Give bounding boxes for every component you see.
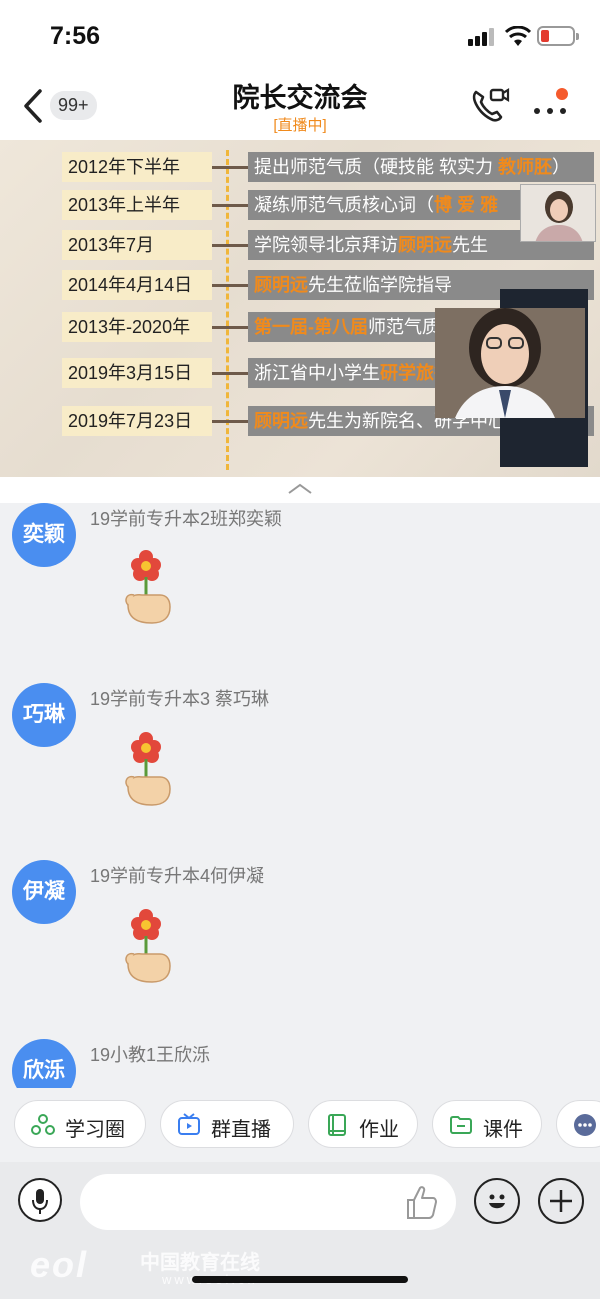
tool-label: 群直播: [211, 1119, 271, 1141]
chat-header: 99+ 院长交流会 [直播中]: [0, 70, 600, 140]
notification-dot: [556, 88, 568, 100]
avatar[interactable]: 奕颖: [12, 503, 76, 567]
voice-input-button[interactable]: [18, 1178, 62, 1222]
timeline-connector: [212, 204, 248, 207]
tool-label: 课件: [483, 1119, 523, 1141]
homework-book-icon: [328, 1114, 346, 1136]
live-tv-icon: [178, 1113, 200, 1135]
timeline-connector: [212, 166, 248, 169]
sender-name: 19学前专升本3 蔡巧琳: [90, 689, 270, 709]
courseware-button[interactable]: 课件: [432, 1100, 542, 1148]
presenter-video-thumbnail[interactable]: [520, 184, 596, 242]
timeline-connector: [212, 372, 248, 375]
call-button[interactable]: [468, 84, 510, 126]
homework-button[interactable]: 作业: [308, 1100, 418, 1148]
avatar[interactable]: 欣泺: [12, 1039, 76, 1088]
group-live-button[interactable]: 群直播: [160, 1100, 294, 1148]
flower-sticker-icon: [125, 909, 171, 983]
avatar[interactable]: 伊凝: [12, 860, 76, 924]
timeline-event: 第一届-第八届师范气质: [248, 312, 438, 342]
study-circle-icon: [31, 1114, 55, 1135]
emoji-button[interactable]: [474, 1178, 520, 1224]
microphone-icon: [32, 1189, 48, 1214]
timeline-date: 2013年-2020年: [62, 312, 212, 342]
timeline-date: 2012年下半年: [62, 152, 212, 182]
timeline-date: 2014年4月14日: [62, 270, 212, 300]
live-stream-view[interactable]: 2012年下半年 提出师范气质（硬技能 软实力 教师胚） 2013年上半年 凝练…: [0, 140, 600, 477]
timeline-date: 2013年7月: [62, 230, 212, 260]
flower-sticker-icon: [125, 732, 171, 806]
chat-title: 院长交流会: [232, 83, 368, 113]
status-bar: 7:56: [0, 0, 600, 70]
folder-icon: [450, 1116, 472, 1134]
study-circle-button[interactable]: 学习圈: [14, 1100, 146, 1148]
home-indicator[interactable]: [192, 1276, 408, 1283]
collapse-live-handle[interactable]: [0, 477, 600, 503]
watermark-text: 中国教育在线: [140, 1252, 260, 1274]
timeline-event: 浙江省中小学生研学旅行: [248, 358, 438, 388]
wifi-icon: [505, 26, 531, 46]
more-options-button[interactable]: [530, 86, 574, 126]
message-input-bar: eol 中国教育在线 www.eol.cn: [0, 1162, 600, 1299]
avatar[interactable]: 巧琳: [12, 683, 76, 747]
cellular-signal-icon: [468, 28, 494, 46]
battery-icon: [537, 26, 579, 46]
add-attachment-button[interactable]: [538, 1178, 584, 1224]
timeline-connector: [212, 326, 248, 329]
plus-icon: [550, 1190, 572, 1212]
timeline-date: 2019年3月15日: [62, 358, 212, 388]
watermark-logo: eol: [30, 1244, 89, 1285]
flower-sticker-icon: [125, 550, 171, 624]
thumbs-up-icon[interactable]: [400, 1182, 440, 1222]
timeline-connector: [212, 244, 248, 247]
more-tools-button[interactable]: [556, 1100, 600, 1148]
smiley-icon: [489, 1194, 505, 1209]
quick-tools-bar: 学习圈 群直播 作业 课件: [0, 1088, 600, 1162]
tool-label: 作业: [359, 1119, 399, 1141]
timeline-connector: [212, 420, 248, 423]
timeline-connector: [212, 284, 248, 287]
phone-video-icon: [472, 88, 510, 122]
presenter-silhouette-icon: [521, 185, 595, 241]
sender-name: 19小教1王欣泺: [90, 1045, 211, 1065]
timeline-event: 提出师范气质（硬技能 软实力 教师胚）: [248, 152, 594, 182]
live-status-label: [直播中]: [273, 117, 327, 134]
timeline-date: 2019年7月23日: [62, 406, 212, 436]
more-dots-icon: [574, 1114, 596, 1136]
message-list[interactable]: 奕颖 19学前专升本2班郑奕颖 巧琳 19学前专升本3 蔡巧琳 伊凝 19学前专…: [0, 503, 600, 1088]
sender-name: 19学前专升本4何伊凝: [90, 866, 265, 886]
chevron-up-icon: [288, 483, 312, 494]
status-time: 7:56: [50, 22, 101, 50]
student-silhouette-icon: [435, 308, 585, 418]
student-video-feed[interactable]: [435, 308, 585, 418]
sender-name: 19学前专升本2班郑奕颖: [90, 509, 283, 529]
timeline-date: 2013年上半年: [62, 190, 212, 220]
tool-label: 学习圈: [65, 1119, 125, 1141]
